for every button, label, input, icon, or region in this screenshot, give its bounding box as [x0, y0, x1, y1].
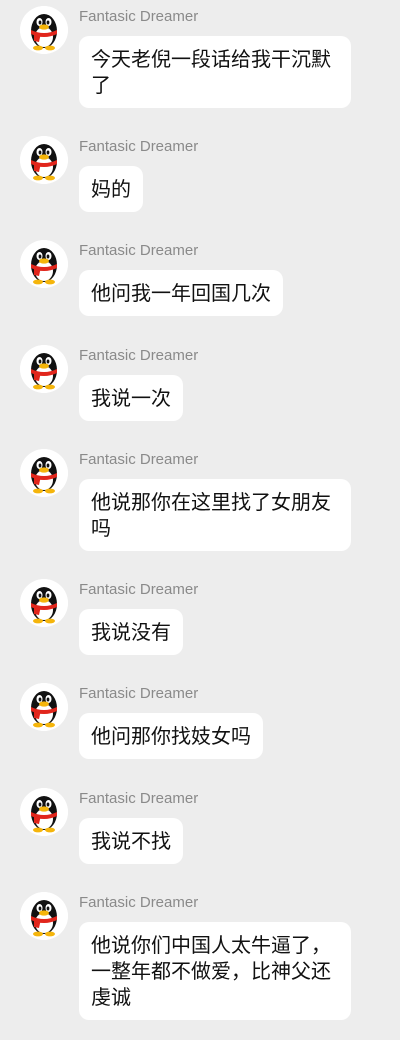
message-bubble[interactable]: 妈的 [79, 166, 143, 212]
sender-name: Fantasic Dreamer [79, 242, 199, 259]
qq-penguin-icon[interactable] [20, 683, 68, 731]
message-bubble[interactable]: 他问那你找妓女吗 [79, 713, 263, 759]
qq-penguin-icon[interactable] [20, 788, 68, 836]
message-bubble[interactable]: 他说那你在这里找了女朋友吗 [79, 479, 351, 551]
qq-penguin-icon[interactable] [20, 449, 68, 497]
sender-name: Fantasic Dreamer [79, 8, 199, 25]
qq-penguin-icon[interactable] [20, 6, 68, 54]
message-bubble[interactable]: 今天老倪一段话给我干沉默了 [79, 36, 351, 108]
sender-name: Fantasic Dreamer [79, 685, 199, 702]
message-bubble[interactable]: 他问我一年回国几次 [79, 270, 283, 316]
message-bubble[interactable]: 我说一次 [79, 375, 183, 421]
qq-penguin-icon[interactable] [20, 136, 68, 184]
qq-penguin-icon[interactable] [20, 579, 68, 627]
sender-name: Fantasic Dreamer [79, 347, 199, 364]
sender-name: Fantasic Dreamer [79, 138, 199, 155]
sender-name: Fantasic Dreamer [79, 790, 199, 807]
qq-penguin-icon[interactable] [20, 240, 68, 288]
sender-name: Fantasic Dreamer [79, 581, 199, 598]
message-bubble[interactable]: 我说不找 [79, 818, 183, 864]
qq-penguin-icon[interactable] [20, 345, 68, 393]
message-bubble[interactable]: 我说没有 [79, 609, 183, 655]
sender-name: Fantasic Dreamer [79, 894, 199, 911]
chat-message-list[interactable]: Fantasic Dreamer 今天老倪一段话给我干沉默了 Fantasic … [0, 0, 400, 1040]
qq-penguin-icon[interactable] [20, 892, 68, 940]
sender-name: Fantasic Dreamer [79, 451, 199, 468]
message-bubble[interactable]: 他说你们中国人太牛逼了，一整年都不做爱，比神父还虔诚 [79, 922, 351, 1020]
